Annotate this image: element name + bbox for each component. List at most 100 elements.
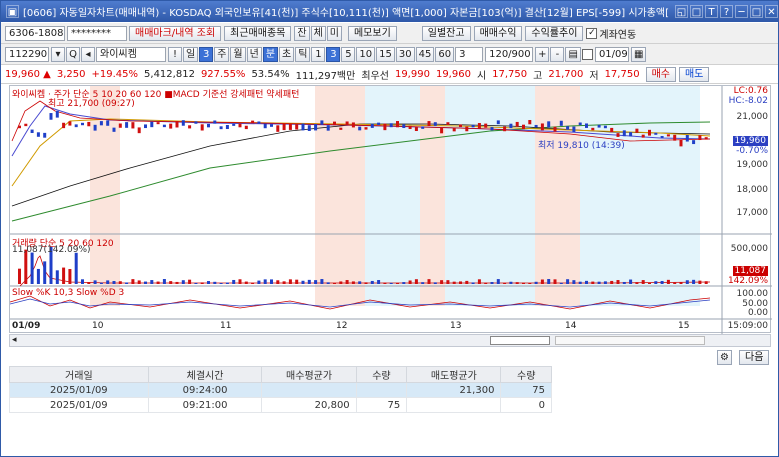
candle bbox=[648, 129, 651, 136]
period-day[interactable]: 일 bbox=[183, 46, 199, 62]
chart-scrollbar[interactable]: ◂ bbox=[9, 334, 771, 347]
interval-1[interactable]: 1 bbox=[311, 46, 326, 62]
scroll-left-icon[interactable]: ◂ bbox=[12, 335, 17, 345]
window-restore-icon[interactable]: ◱ bbox=[675, 5, 688, 18]
zoom-in-icon[interactable]: + bbox=[535, 46, 550, 62]
chart-window: ▣ [0606] 자동일자차트(매매내역) - KOSDAQ 외국인보유[41(… bbox=[0, 0, 779, 457]
table-cell bbox=[406, 397, 502, 413]
balance-button[interactable]: 잔 bbox=[294, 25, 310, 41]
chart-tools[interactable] bbox=[555, 336, 705, 345]
custom-interval-select[interactable]: 3 bbox=[455, 46, 484, 62]
candle bbox=[112, 127, 116, 132]
memo-button[interactable]: 메모보기 bbox=[347, 25, 397, 41]
account-select[interactable]: 6306-1808 bbox=[5, 25, 65, 41]
candle bbox=[36, 132, 40, 137]
volume-bar bbox=[465, 280, 469, 284]
volume-bar bbox=[534, 281, 538, 284]
volume-bar bbox=[427, 279, 431, 284]
interval-3[interactable]: 3 bbox=[326, 46, 341, 62]
candle bbox=[509, 123, 513, 129]
date-field[interactable]: 01/09 bbox=[594, 46, 629, 62]
candle bbox=[635, 128, 639, 133]
pct-tag: -0.70% bbox=[736, 146, 768, 156]
volume-bar bbox=[320, 279, 324, 284]
period-month[interactable]: 월 bbox=[230, 46, 246, 62]
buy-button[interactable]: 매수 bbox=[645, 66, 676, 82]
candle bbox=[156, 122, 160, 125]
period-tick[interactable]: 틱 bbox=[295, 46, 311, 62]
period-day-count[interactable]: 3 bbox=[199, 46, 214, 62]
x-label: 15 bbox=[678, 321, 690, 331]
dropdown-icon[interactable]: ▾ bbox=[51, 46, 65, 62]
table-row[interactable]: 2025/01/09 09:24:00 21,300 75 bbox=[9, 382, 552, 398]
volume-bar bbox=[421, 282, 425, 284]
interval-45[interactable]: 45 bbox=[415, 46, 435, 62]
period-year[interactable]: 년 bbox=[246, 46, 262, 62]
period-week[interactable]: 주 bbox=[214, 46, 230, 62]
font-size-icon[interactable]: T bbox=[705, 5, 718, 18]
interval-30[interactable]: 30 bbox=[395, 46, 415, 62]
next-button[interactable]: 다음 bbox=[739, 350, 770, 365]
table-cell: 75 bbox=[500, 382, 552, 398]
table-cell: 20,800 bbox=[261, 397, 357, 413]
search-icon[interactable]: Q bbox=[66, 46, 80, 62]
interval-10[interactable]: 10 bbox=[356, 46, 376, 62]
candle bbox=[225, 124, 229, 130]
volume-bar bbox=[666, 279, 670, 284]
trade-mark-query-button[interactable]: 매매마크/내역 조회 bbox=[129, 25, 222, 41]
period-minute[interactable]: 분 bbox=[262, 46, 279, 62]
turnover-ratio: 53.54% bbox=[251, 68, 290, 80]
candle bbox=[515, 121, 519, 127]
daily-balance-button[interactable]: 일별잔고 bbox=[421, 25, 471, 41]
volume-bar bbox=[219, 282, 223, 284]
table-cell bbox=[261, 382, 357, 398]
calendar-icon[interactable]: ▦ bbox=[630, 46, 647, 62]
date-checkbox[interactable] bbox=[581, 48, 593, 60]
prev-stock-icon[interactable]: ◂ bbox=[81, 46, 95, 62]
yield-trend-button[interactable]: 수익률추이 bbox=[525, 25, 584, 41]
volume-bar bbox=[150, 280, 154, 284]
close-icon[interactable]: ✕ bbox=[765, 5, 778, 18]
table-row[interactable]: 2025/01/09 09:21:00 20,800 75 0 bbox=[9, 397, 552, 413]
minimize-icon[interactable]: ─ bbox=[735, 5, 748, 18]
x-label: 12 bbox=[336, 321, 348, 331]
volume-bar bbox=[503, 282, 507, 284]
hc-value: HC:-8.02 bbox=[728, 96, 768, 106]
chart-panel[interactable]: 와이씨켐 · 주가 단순 5 10 20 60 120 ■MACD 기준선 강세… bbox=[9, 85, 772, 334]
volume-bar bbox=[351, 281, 355, 284]
password-field[interactable]: ******** bbox=[67, 25, 127, 41]
volume-bar bbox=[295, 279, 299, 284]
x-label: 11 bbox=[220, 321, 232, 331]
candle bbox=[207, 123, 210, 128]
alert-icon[interactable]: ! bbox=[168, 46, 182, 62]
volume-bar bbox=[175, 281, 179, 284]
playback-controls[interactable] bbox=[490, 336, 550, 345]
settings-gear-icon[interactable]: ⚙ bbox=[717, 350, 732, 365]
period-second[interactable]: 초 bbox=[279, 46, 295, 62]
volume-bar bbox=[326, 282, 330, 284]
bar-count-field[interactable]: 120/900 bbox=[485, 46, 534, 62]
interval-5[interactable]: 5 bbox=[341, 46, 356, 62]
executed-button[interactable]: 체 bbox=[310, 25, 326, 41]
account-link-checkbox[interactable]: ✓ bbox=[586, 27, 598, 39]
interval-60[interactable]: 60 bbox=[435, 46, 455, 62]
help-icon[interactable]: ? bbox=[720, 5, 733, 18]
chart-settings-icon[interactable]: ▤ bbox=[565, 46, 581, 62]
volume-bar bbox=[692, 279, 696, 284]
recent-trades-button[interactable]: 최근매매종목 bbox=[224, 25, 292, 41]
window-copy-icon[interactable]: □ bbox=[690, 5, 703, 18]
stock-code-input[interactable]: 112290 bbox=[5, 46, 49, 62]
candle bbox=[257, 121, 261, 124]
candle bbox=[137, 127, 141, 134]
unfilled-button[interactable]: 미 bbox=[326, 25, 342, 41]
interval-15[interactable]: 15 bbox=[376, 46, 395, 62]
candle bbox=[200, 124, 204, 131]
volume-bar bbox=[522, 282, 525, 284]
candle bbox=[18, 125, 21, 129]
volume-bar bbox=[333, 282, 336, 284]
open-label: 시 bbox=[476, 70, 487, 82]
zoom-out-icon[interactable]: - bbox=[550, 46, 565, 62]
maximize-icon[interactable]: □ bbox=[750, 5, 763, 18]
trade-profit-button[interactable]: 매매수익 bbox=[473, 25, 523, 41]
sell-button[interactable]: 매도 bbox=[678, 66, 710, 82]
